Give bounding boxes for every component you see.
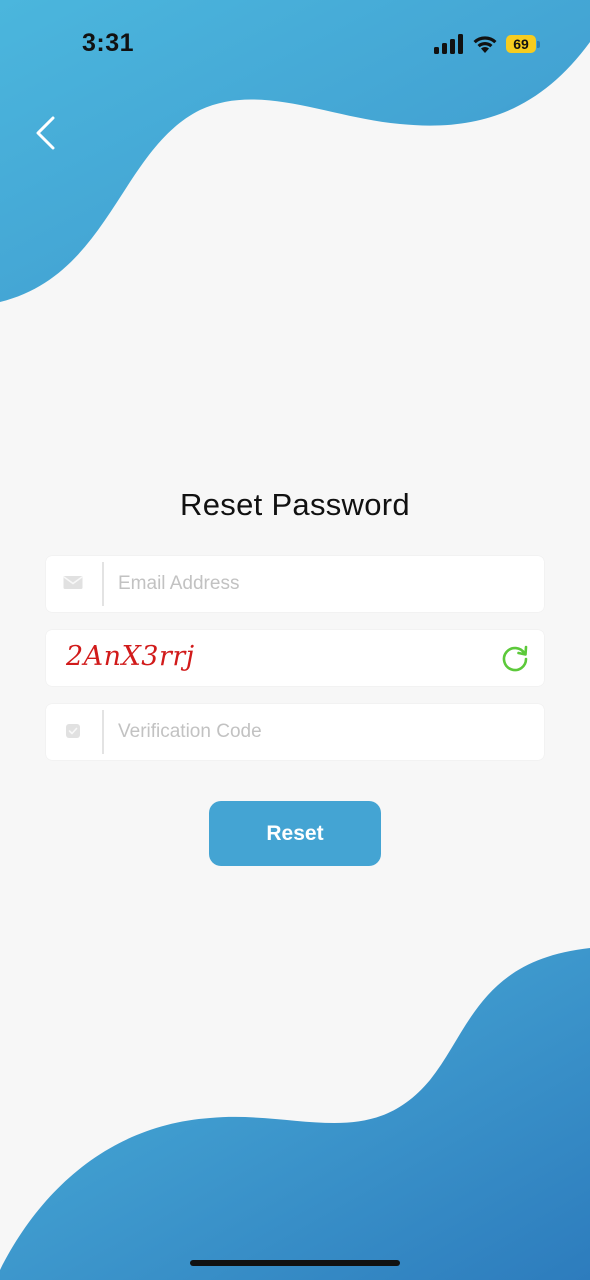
- battery-level: 69: [506, 35, 536, 53]
- envelope-icon: [63, 576, 83, 589]
- code-field-divider: [102, 710, 104, 754]
- chevron-left-icon: [36, 116, 55, 150]
- back-button[interactable]: [26, 110, 66, 156]
- status-time: 3:31: [82, 29, 135, 57]
- home-indicator[interactable]: [190, 1260, 400, 1266]
- email-field-divider: [102, 562, 104, 606]
- wifi-icon: [473, 36, 497, 53]
- email-input[interactable]: [118, 556, 528, 612]
- refresh-icon[interactable]: [500, 643, 530, 673]
- page-title: Reset Password: [180, 487, 410, 522]
- reset-password-screen: 3:31 69 Reset Password Email Address 2An…: [0, 0, 590, 1280]
- status-icons: 69: [434, 33, 540, 55]
- battery-icon: 69: [506, 35, 540, 53]
- verification-code-field: [46, 704, 544, 760]
- bottom-wave-decoration: [0, 948, 590, 1280]
- reset-button[interactable]: Reset: [209, 801, 381, 866]
- email-field: [46, 556, 544, 612]
- signal-icon: [434, 34, 463, 54]
- shield-check-icon: [66, 724, 80, 738]
- verification-code-input[interactable]: [118, 704, 528, 760]
- captcha-text: 2AnX3rrj: [66, 641, 195, 672]
- captcha-field: 2AnX3rrj: [46, 630, 544, 686]
